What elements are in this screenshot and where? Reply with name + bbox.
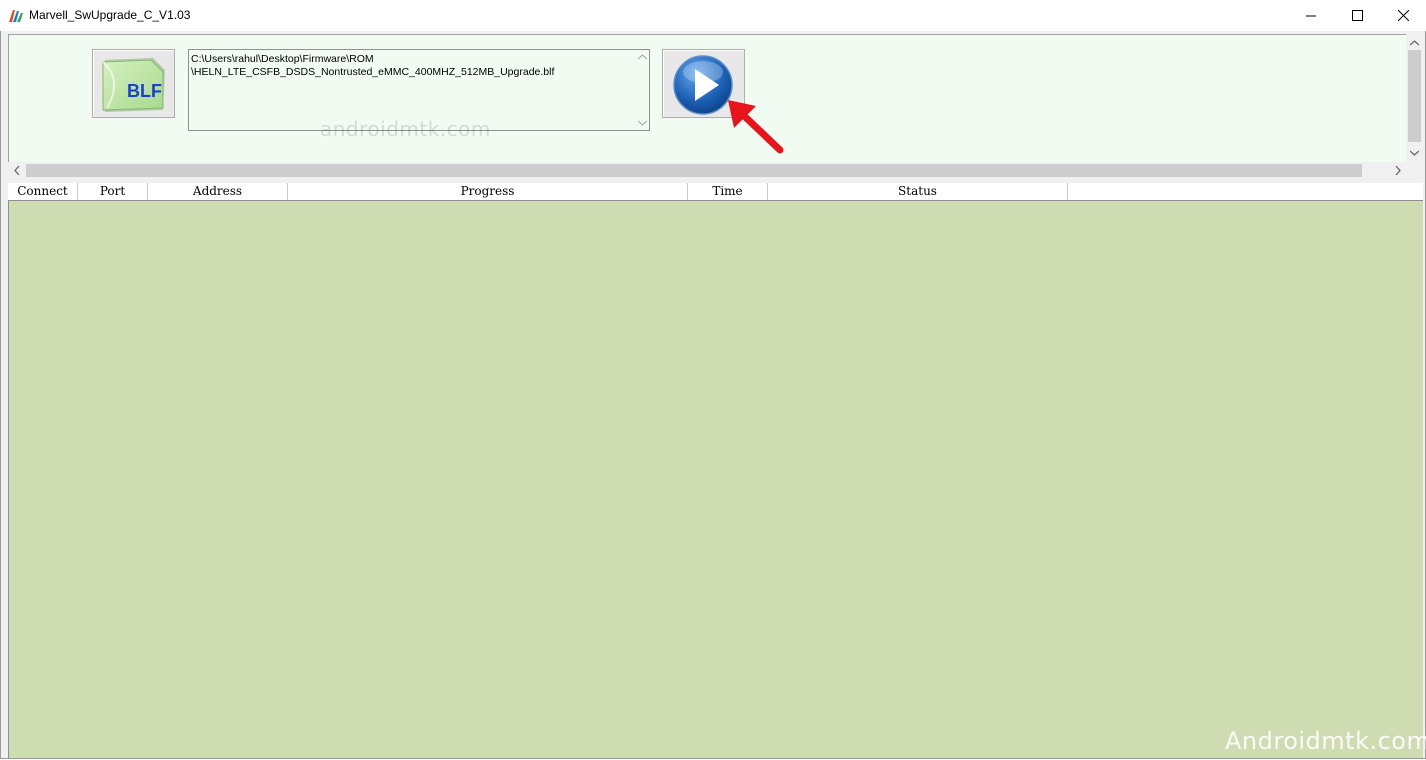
chevron-up-icon	[1410, 39, 1419, 45]
minimize-icon	[1306, 15, 1316, 16]
close-button[interactable]	[1380, 0, 1426, 31]
column-header-port[interactable]: Port	[78, 183, 148, 200]
watermark-bottom: Androidmtk.com	[1225, 727, 1426, 755]
hscroll-right-button[interactable]	[1389, 162, 1406, 179]
hscroll-left-button[interactable]	[8, 162, 25, 179]
vscroll-up-button[interactable]	[1406, 34, 1423, 51]
scroll-up-icon[interactable]	[638, 54, 647, 60]
title-bar: Marvell_SwUpgrade_C_V1.03	[0, 0, 1426, 32]
vscroll-down-button[interactable]	[1406, 144, 1423, 161]
vscroll-thumb[interactable]	[1408, 50, 1421, 142]
column-header-time[interactable]: Time	[688, 183, 768, 200]
chevron-down-icon	[1410, 150, 1419, 156]
column-header-progress[interactable]: Progress	[288, 183, 688, 200]
blf-label: BLF	[127, 81, 162, 101]
chevron-left-icon	[13, 166, 19, 175]
maximize-button[interactable]	[1334, 0, 1380, 31]
device-list-header: Connect Port Address Progress Time Statu…	[8, 183, 1423, 201]
annotation-arrow-icon	[728, 100, 784, 154]
window-title: Marvell_SwUpgrade_C_V1.03	[29, 8, 191, 22]
device-list[interactable]	[8, 183, 1423, 758]
close-icon	[1397, 10, 1409, 21]
column-header-address[interactable]: Address	[148, 183, 288, 200]
scroll-down-icon[interactable]	[638, 120, 647, 126]
firmware-path-value: C:\Users\rahul\Desktop\Firmware\ROM \HEL…	[191, 53, 555, 78]
chevron-right-icon	[1395, 166, 1401, 175]
column-header-status[interactable]: Status	[768, 183, 1068, 200]
watermark-top: androidmtk.com	[320, 117, 491, 141]
column-header-connect[interactable]: Connect	[8, 183, 78, 200]
hscroll-thumb[interactable]	[26, 164, 1362, 177]
blf-select-button[interactable]: BLF	[92, 49, 175, 118]
maximize-icon	[1351, 10, 1363, 21]
app-icon	[8, 8, 24, 24]
minimize-button[interactable]	[1288, 0, 1334, 31]
